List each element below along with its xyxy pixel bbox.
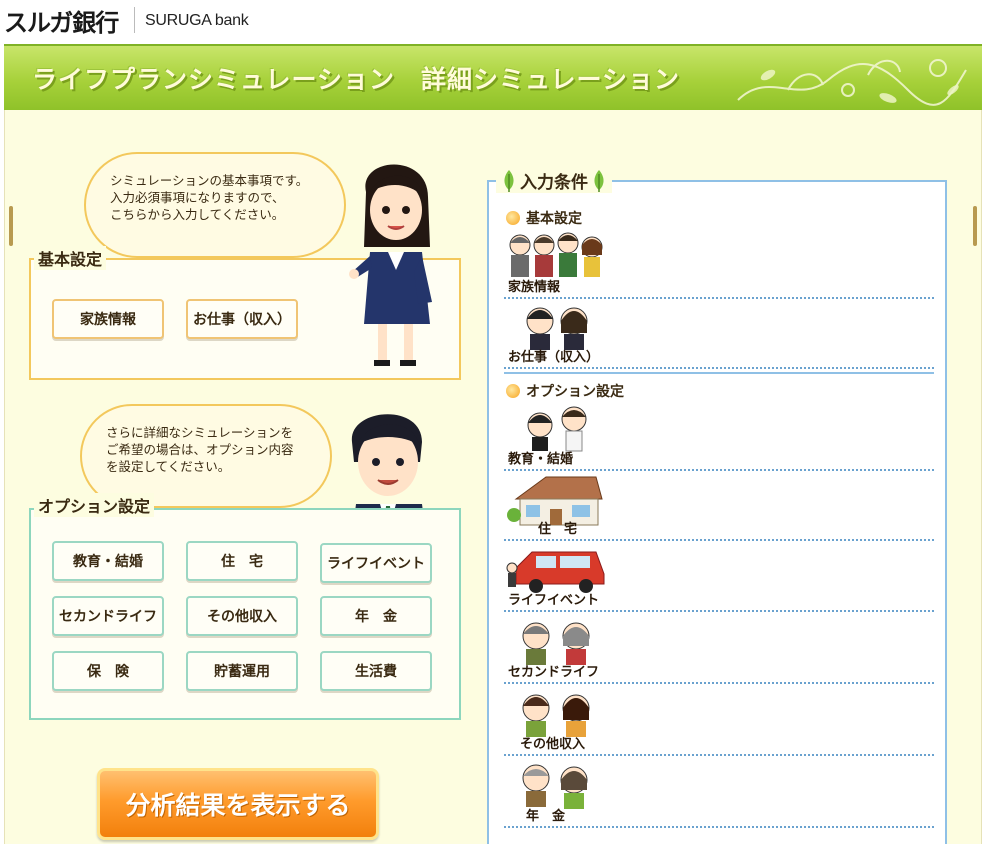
logo-en[interactable]: SURUGA bank: [145, 12, 249, 30]
panel-item-label: お仕事（収入）: [508, 350, 600, 365]
other-income-button[interactable]: その他収入: [186, 596, 298, 636]
rail-left-decoration: [9, 206, 13, 246]
panel-item-label: ライフイベント: [508, 593, 600, 608]
orange-dot-icon: [506, 211, 520, 225]
family-info-button[interactable]: 家族情報: [52, 299, 164, 339]
panel-item-pension[interactable]: 年 金: [504, 758, 934, 828]
panel-basic-label: 基本設定: [506, 208, 582, 228]
bubble-text-line: こちらから入力してください。: [110, 207, 285, 222]
logo-jp[interactable]: スルガ銀行: [4, 3, 119, 38]
pension-button[interactable]: 年 金: [320, 596, 432, 636]
savings-investment-button[interactable]: 貯蓄運用: [186, 651, 298, 691]
input-conditions-title: 入力条件: [520, 173, 588, 193]
panel-item-housing[interactable]: 住 宅: [504, 471, 934, 541]
panel-basic-label-text: 基本設定: [526, 211, 582, 227]
panel-item-education[interactable]: 教育・結婚: [504, 401, 934, 471]
show-analysis-button[interactable]: 分析結果を表示する: [97, 768, 379, 840]
panel-item-label: 教育・結婚: [508, 452, 574, 467]
bubble-text-line: ご希望の場合は、オプション内容: [106, 442, 294, 457]
site-header: スルガ銀行 SURUGA bank: [0, 0, 986, 42]
housing-button[interactable]: 住 宅: [186, 541, 298, 581]
panel-item-label: セカンドライフ: [508, 665, 600, 680]
woman-guide-illustration: [349, 164, 432, 366]
bubble-text-line: さらに詳細なシミュレーションを: [106, 425, 294, 440]
input-conditions-header: 入力条件: [496, 168, 612, 193]
leaf-icon: [594, 169, 604, 192]
life-event-button[interactable]: ライフイベント: [320, 543, 432, 583]
bubble-text-line: を設定してください。: [106, 459, 231, 474]
panel-item-label: 住 宅: [538, 522, 578, 537]
floral-decoration-icon: [737, 59, 967, 106]
page-title: ライフプランシミュレーション 詳細シミュレーション: [32, 65, 681, 94]
basic-settings-title: 基本設定: [34, 246, 107, 270]
page-banner: ライフプランシミュレーション 詳細シミュレーション: [4, 44, 982, 110]
panel-item-other-income[interactable]: その他収入: [504, 686, 934, 756]
work-income-button[interactable]: お仕事（収入）: [186, 299, 298, 339]
insurance-button[interactable]: 保 険: [52, 651, 164, 691]
bubble-text-line: シミュレーションの基本事項です。: [110, 173, 309, 188]
rail-right-decoration: [973, 206, 977, 246]
panel-item-family[interactable]: 家族情報: [504, 229, 934, 299]
bubble-text-line: 入力必須事項になりますので、: [110, 190, 285, 205]
panel-divider: [504, 372, 934, 374]
panel-item-second-life[interactable]: セカンドライフ: [504, 614, 934, 684]
basic-speech-bubble: シミュレーションの基本事項です。 入力必須事項になりますので、 こちらから入力し…: [84, 152, 346, 258]
panel-item-work-income[interactable]: お仕事（収入）: [504, 299, 934, 369]
option-settings-title: オプション設定: [34, 493, 155, 517]
panel-item-label: 年 金: [526, 809, 566, 824]
second-life-button[interactable]: セカンドライフ: [52, 596, 164, 636]
panel-item-label: その他収入: [520, 737, 586, 752]
panel-item-label: 家族情報: [508, 280, 561, 295]
leaf-icon: [504, 169, 514, 192]
orange-dot-icon: [506, 384, 520, 398]
logo-divider: [134, 7, 135, 33]
panel-option-label: オプション設定: [506, 381, 624, 401]
panel-option-label-text: オプション設定: [526, 384, 624, 400]
education-marriage-button[interactable]: 教育・結婚: [52, 541, 164, 581]
living-cost-button[interactable]: 生活費: [320, 651, 432, 691]
panel-item-life-event[interactable]: ライフイベント: [504, 542, 934, 612]
